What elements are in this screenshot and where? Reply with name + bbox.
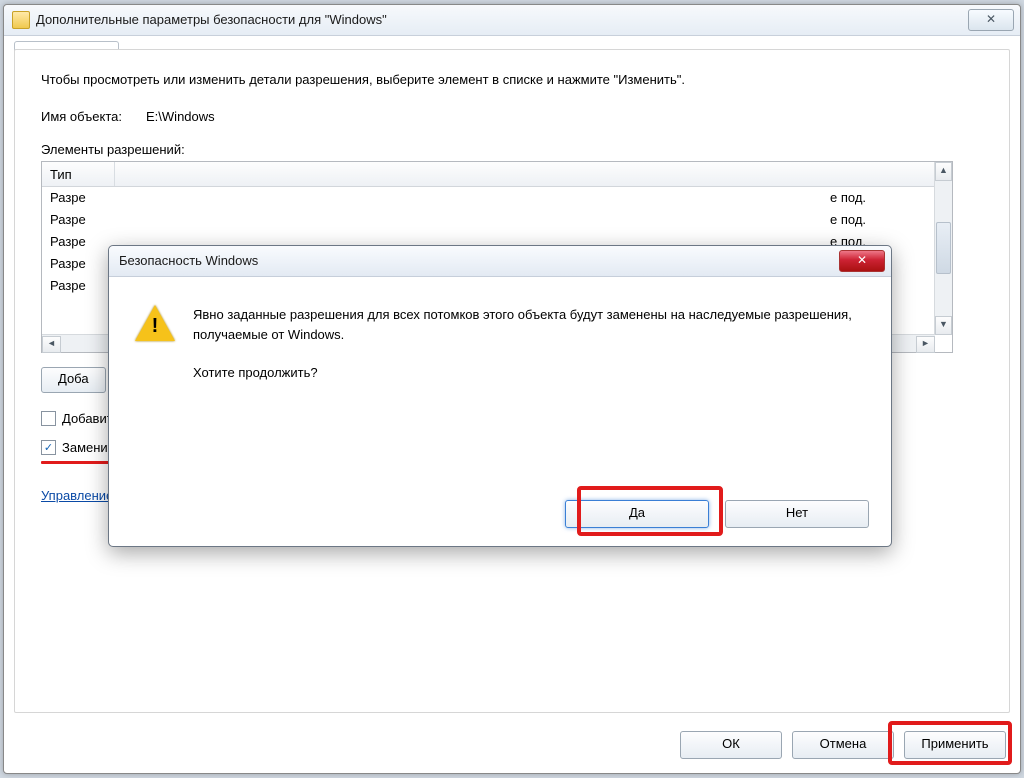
close-icon: ✕ (986, 12, 996, 26)
dialog-titlebar: Безопасность Windows ✕ (109, 246, 891, 277)
close-icon: ✕ (857, 253, 867, 267)
titlebar: Дополнительные параметры безопасности дл… (4, 5, 1020, 36)
scroll-thumb[interactable] (936, 222, 951, 274)
checkbox-icon (41, 411, 56, 426)
no-button[interactable]: Нет (725, 500, 869, 528)
dialog-line2: Хотите продолжить? (193, 363, 865, 383)
folder-icon (12, 11, 30, 29)
main-window: Дополнительные параметры безопасности дл… (3, 4, 1021, 774)
apply-button[interactable]: Применить (904, 731, 1006, 759)
object-label: Имя объекта: (41, 109, 122, 124)
col-type[interactable]: Тип (42, 162, 115, 186)
cancel-button[interactable]: Отмена (792, 731, 894, 759)
warning-icon: ! (135, 305, 175, 345)
close-button[interactable]: ✕ (968, 9, 1014, 31)
list-header: Тип (42, 162, 952, 187)
scroll-right-icon[interactable]: ► (916, 336, 935, 353)
confirm-dialog: Безопасность Windows ✕ ! Явно заданные р… (108, 245, 892, 547)
add-button[interactable]: Доба (41, 367, 106, 393)
table-row[interactable]: Разрее под. (42, 187, 952, 209)
object-row: Имя объекта: E:\Windows (41, 109, 983, 124)
list-label: Элементы разрешений: (41, 142, 983, 157)
dialog-close-button[interactable]: ✕ (839, 250, 885, 272)
scroll-left-icon[interactable]: ◄ (42, 336, 61, 353)
window-title: Дополнительные параметры безопасности дл… (36, 5, 387, 35)
scroll-down-icon[interactable]: ▼ (935, 316, 952, 335)
dialog-text: Явно заданные разрешения для всех потомк… (193, 305, 865, 401)
yes-button[interactable]: Да (565, 500, 709, 528)
table-row[interactable]: Разрее под. (42, 209, 952, 231)
dialog-footer: ОК Отмена Применить (680, 731, 1006, 759)
ok-button[interactable]: ОК (680, 731, 782, 759)
intro-text: Чтобы просмотреть или изменить детали ра… (41, 72, 983, 87)
dialog-title: Безопасность Windows (119, 253, 258, 268)
checkbox-checked-icon: ✓ (41, 440, 56, 455)
dialog-line1: Явно заданные разрешения для всех потомк… (193, 305, 865, 345)
object-path: E:\Windows (146, 109, 215, 124)
vertical-scrollbar[interactable]: ▲ ▼ (934, 162, 952, 335)
scroll-up-icon[interactable]: ▲ (935, 162, 952, 181)
